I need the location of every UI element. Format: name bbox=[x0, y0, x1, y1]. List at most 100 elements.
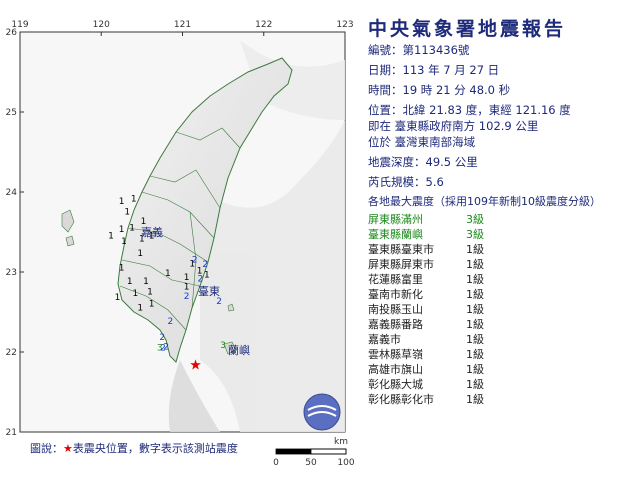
lat-tick-label: 21 bbox=[6, 428, 17, 438]
position-label: 位置： bbox=[368, 103, 403, 117]
intensity-mark: 1 bbox=[204, 271, 210, 281]
magnitude-row: 芮氏規模：5.6 bbox=[368, 174, 444, 190]
station-name: 彰化縣大城 bbox=[368, 378, 423, 391]
intensity-mark: 1 bbox=[143, 277, 149, 287]
lat-tick-label: 24 bbox=[6, 188, 18, 198]
place-label-taitung: 臺東 bbox=[198, 284, 220, 298]
intensity-mark: 1 bbox=[184, 283, 190, 293]
time-row: 時間：19 時 21 分 48.0 秒 bbox=[368, 82, 510, 98]
intensity-mark: 1 bbox=[165, 269, 171, 279]
report-title: 中央氣象署地震報告 bbox=[368, 18, 567, 40]
station-level: 1級 bbox=[466, 378, 484, 391]
intensity-mark: 1 bbox=[184, 273, 190, 283]
intensity-mark: 2 bbox=[167, 317, 173, 327]
intensity-mark: 1 bbox=[131, 195, 137, 205]
scale-label-50: 50 bbox=[305, 458, 317, 468]
intensity-mark: 1 bbox=[119, 263, 125, 273]
legend-text: 表震央位置，數字表示該測站震度 bbox=[72, 442, 238, 455]
magnitude-value: 5.6 bbox=[425, 175, 444, 189]
station-row: 彰化縣大城 1級 bbox=[368, 377, 484, 393]
time-value: 19 時 21 分 48.0 秒 bbox=[402, 83, 511, 97]
scale-bar: km 0 50 100 bbox=[273, 437, 355, 468]
number-label: 編號： bbox=[368, 43, 403, 57]
station-level: 1級 bbox=[466, 243, 484, 256]
intensity-mark: 2 bbox=[159, 333, 165, 343]
intensity-mark: 1 bbox=[129, 223, 135, 233]
scale-label-0: 0 bbox=[273, 458, 279, 468]
station-level: 1級 bbox=[466, 363, 484, 376]
report-panel: 中央氣象署地震報告 編號：第113436號 日期：113 年 7 月 27 日 … bbox=[368, 0, 640, 440]
intensity-mark: 1 bbox=[115, 293, 121, 303]
station-name: 雲林縣草嶺 bbox=[368, 348, 423, 361]
scale-label-100: 100 bbox=[337, 458, 354, 468]
intensity-mark: 1 bbox=[119, 225, 125, 235]
station-level: 1級 bbox=[466, 348, 484, 361]
date-label: 日期： bbox=[368, 63, 403, 77]
station-name: 高雄市旗山 bbox=[368, 363, 423, 376]
station-name: 彰化縣彰化市 bbox=[368, 393, 434, 406]
station-name: 臺東縣臺東市 bbox=[368, 243, 434, 256]
intensity-mark: 2 bbox=[216, 297, 222, 307]
station-name: 臺東縣蘭嶼 bbox=[368, 228, 423, 241]
date-value: 113 年 7 月 27 日 bbox=[402, 63, 500, 77]
intensity-header: 各地最大震度（採用109年新制10級震度分級） bbox=[368, 195, 601, 208]
station-name: 屏東縣屏東市 bbox=[368, 258, 434, 271]
station-row: 南投縣玉山 1級 bbox=[368, 302, 484, 318]
map-legend: 圖說：★表震央位置，數字表示該測站震度 bbox=[30, 440, 238, 456]
intensity-mark: 1 bbox=[108, 231, 114, 241]
station-row: 彰化縣彰化市 1級 bbox=[368, 392, 484, 408]
intensity-mark: 1 bbox=[149, 299, 155, 309]
station-row: 臺南市新化 1級 bbox=[368, 287, 484, 303]
lat-tick-label: 22 bbox=[6, 348, 17, 358]
depth-label: 地震深度： bbox=[368, 155, 426, 169]
station-level: 3級 bbox=[466, 228, 484, 241]
station-row: 臺東縣蘭嶼 3級 bbox=[368, 227, 484, 243]
station-row: 嘉義縣番路 1級 bbox=[368, 317, 484, 333]
intensity-mark: 1 bbox=[147, 287, 153, 297]
station-row: 臺東縣臺東市 1級 bbox=[368, 242, 484, 258]
station-row: 屏東縣滿州 3級 bbox=[368, 212, 484, 228]
intensity-mark: 1 bbox=[127, 277, 133, 287]
date-row: 日期：113 年 7 月 27 日 bbox=[368, 62, 499, 78]
located-line: 即在 臺東縣政府南方 102.9 公里 bbox=[368, 119, 539, 133]
intensity-mark: 2 bbox=[192, 255, 198, 265]
cwa-logo bbox=[303, 393, 341, 431]
lat-tick-label: 23 bbox=[6, 268, 17, 278]
intensity-mark: 2 bbox=[184, 292, 190, 302]
lon-tick-label: 121 bbox=[174, 20, 191, 30]
station-level: 1級 bbox=[466, 258, 484, 271]
station-name: 嘉義縣番路 bbox=[368, 318, 423, 331]
time-label: 時間： bbox=[368, 83, 403, 97]
legend-star-icon: ★ bbox=[63, 442, 73, 455]
station-row: 屏東縣屏東市 1級 bbox=[368, 257, 484, 273]
intensity-mark: 1 bbox=[137, 303, 143, 313]
station-name: 嘉義市 bbox=[368, 333, 401, 346]
place-label-lanyu: 蘭嶼 bbox=[228, 343, 250, 357]
station-level: 1級 bbox=[466, 393, 484, 406]
station-name: 南投縣玉山 bbox=[368, 303, 423, 316]
intensity-mark: 1 bbox=[137, 249, 143, 259]
intensity-mark: 1 bbox=[133, 289, 139, 299]
station-level: 1級 bbox=[466, 288, 484, 301]
epicenter-star: ★ bbox=[189, 358, 202, 374]
station-level: 1級 bbox=[466, 273, 484, 286]
station-level: 1級 bbox=[466, 318, 484, 331]
station-level: 1級 bbox=[466, 303, 484, 316]
intensity-mark: 3 bbox=[220, 341, 226, 351]
station-name: 花蓮縣富里 bbox=[368, 273, 423, 286]
station-row: 花蓮縣富里 1級 bbox=[368, 272, 484, 288]
position-value: 北緯 21.83 度，東經 121.16 度 bbox=[402, 103, 571, 117]
intensity-mark: 2 bbox=[202, 260, 208, 270]
lon-tick-label: 120 bbox=[93, 20, 110, 30]
station-row: 雲林縣草嶺 1級 bbox=[368, 347, 484, 363]
station-name: 臺南市新化 bbox=[368, 288, 423, 301]
lon-tick-label: 123 bbox=[336, 20, 353, 30]
station-row: 高雄市旗山 1級 bbox=[368, 362, 484, 378]
station-level: 3級 bbox=[466, 213, 484, 226]
number-row: 編號：第113436號 bbox=[368, 42, 469, 58]
depth-row: 地震深度：49.5 公里 bbox=[368, 154, 478, 170]
legend-prefix: 圖說： bbox=[30, 442, 63, 455]
lat-tick-label: 26 bbox=[6, 28, 18, 38]
intensity-mark: 1 bbox=[124, 207, 130, 217]
intensity-mark: 2 bbox=[198, 275, 204, 285]
